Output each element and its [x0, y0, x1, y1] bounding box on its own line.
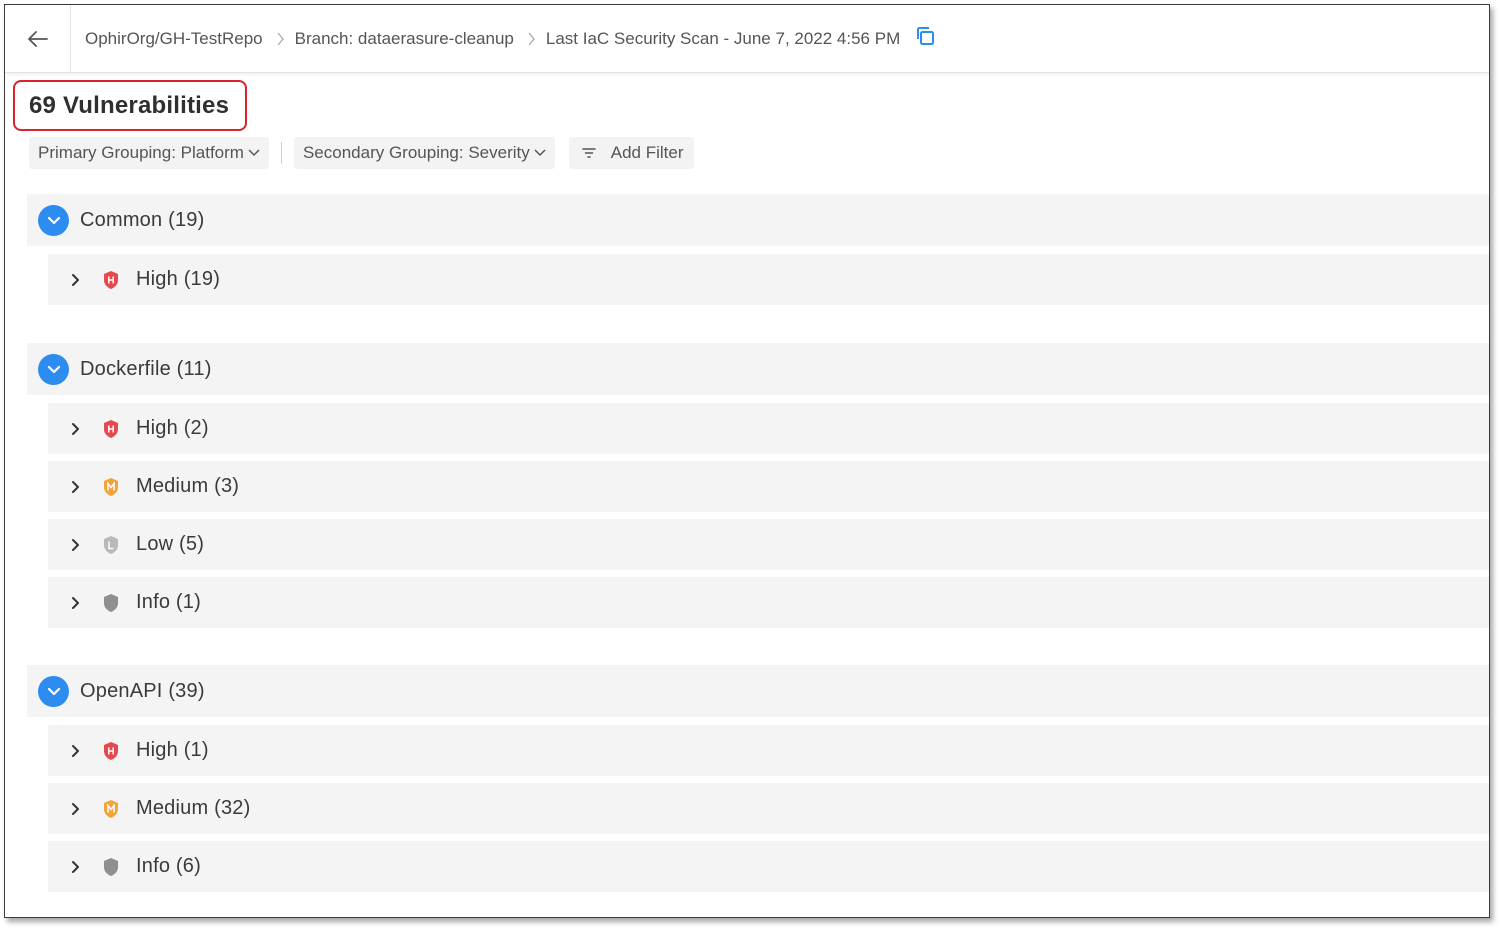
- toolbar-divider: [280, 142, 282, 164]
- secondary-grouping-dropdown[interactable]: Secondary Grouping: Severity: [293, 137, 555, 169]
- app-frame: OphirOrg/GH-TestRepo Branch: dataerasure…: [4, 4, 1490, 918]
- back-button[interactable]: [5, 5, 71, 73]
- secondary-grouping-label: Secondary Grouping: Severity: [302, 143, 530, 162]
- severity-label: Medium (3): [136, 475, 240, 497]
- shield-high-icon: [102, 419, 120, 439]
- chevron-right-icon[interactable]: [68, 538, 82, 552]
- collapse-toggle[interactable]: [38, 675, 69, 707]
- shield-info-icon: [102, 593, 120, 613]
- chevron-right-icon[interactable]: [68, 744, 82, 758]
- chevron-down-icon: [248, 149, 260, 157]
- grouping-toolbar: Primary Grouping: Platform Secondary Gro…: [29, 137, 694, 169]
- severity-label: High (2): [136, 417, 209, 439]
- severity-label: High (1): [136, 739, 209, 761]
- filter-icon: [581, 147, 597, 159]
- severity-label: High (19): [136, 268, 221, 290]
- group-label: Common (19): [80, 208, 205, 231]
- group-row-dockerfile[interactable]: Dockerfile (11): [27, 343, 1489, 395]
- breadcrumb-branch[interactable]: Branch: dataerasure-cleanup: [295, 29, 514, 49]
- shield-info-icon: [102, 857, 120, 877]
- shield-low-icon: [102, 535, 120, 555]
- severity-label: Medium (32): [136, 797, 251, 819]
- severity-row-high[interactable]: High (1): [48, 725, 1489, 776]
- chevron-right-icon[interactable]: [68, 273, 82, 287]
- shield-medium-icon: [102, 477, 120, 497]
- arrow-left-icon: [27, 30, 48, 47]
- copy-icon: [917, 26, 935, 45]
- severity-label: Low (5): [136, 533, 205, 555]
- severity-label: Info (6): [136, 855, 201, 877]
- chevron-right-icon[interactable]: [68, 422, 82, 436]
- add-filter-label: Add Filter: [610, 143, 684, 162]
- page-title: 69 Vulnerabilities: [29, 91, 230, 119]
- group-row-common[interactable]: Common (19): [27, 194, 1489, 246]
- severity-row-high[interactable]: High (19): [48, 254, 1489, 305]
- chevron-down-icon: [47, 216, 60, 224]
- primary-grouping-label: Primary Grouping: Platform: [38, 143, 244, 162]
- shield-high-icon: [102, 741, 120, 761]
- title-highlight: 69 Vulnerabilities: [13, 80, 247, 131]
- chevron-right-icon[interactable]: [68, 480, 82, 494]
- shield-high-icon: [102, 270, 120, 290]
- breadcrumb-repo[interactable]: OphirOrg/GH-TestRepo: [85, 29, 263, 49]
- primary-grouping-dropdown[interactable]: Primary Grouping: Platform: [29, 137, 269, 169]
- copy-button[interactable]: [914, 25, 936, 47]
- chevron-down-icon: [47, 365, 60, 373]
- chevron-right-icon: [277, 32, 285, 46]
- severity-row-medium[interactable]: Medium (3): [48, 461, 1489, 512]
- shield-medium-icon: [102, 799, 120, 819]
- chevron-down-icon: [534, 149, 546, 157]
- breadcrumb-scan: Last IaC Security Scan - June 7, 2022 4:…: [545, 28, 901, 48]
- chevron-down-icon: [47, 687, 60, 695]
- severity-row-info[interactable]: Info (6): [48, 841, 1489, 892]
- breadcrumb: OphirOrg/GH-TestRepo Branch: dataerasure…: [71, 26, 936, 49]
- group-row-openapi[interactable]: OpenAPI (39): [27, 665, 1489, 717]
- severity-row-low[interactable]: Low (5): [48, 519, 1489, 570]
- collapse-toggle[interactable]: [38, 204, 69, 236]
- chevron-right-icon: [528, 32, 536, 46]
- collapse-toggle[interactable]: [38, 353, 69, 385]
- chevron-right-icon[interactable]: [68, 596, 82, 610]
- header-bar: OphirOrg/GH-TestRepo Branch: dataerasure…: [5, 5, 1489, 73]
- add-filter-button[interactable]: Add Filter: [568, 137, 694, 169]
- chevron-right-icon[interactable]: [68, 802, 82, 816]
- group-label: Dockerfile (11): [80, 357, 212, 380]
- group-label: OpenAPI (39): [80, 679, 205, 702]
- severity-label: Info (1): [136, 591, 201, 613]
- severity-row-info[interactable]: Info (1): [48, 577, 1489, 628]
- chevron-right-icon[interactable]: [68, 860, 82, 874]
- severity-row-medium[interactable]: Medium (32): [48, 783, 1489, 834]
- severity-row-high[interactable]: High (2): [48, 403, 1489, 454]
